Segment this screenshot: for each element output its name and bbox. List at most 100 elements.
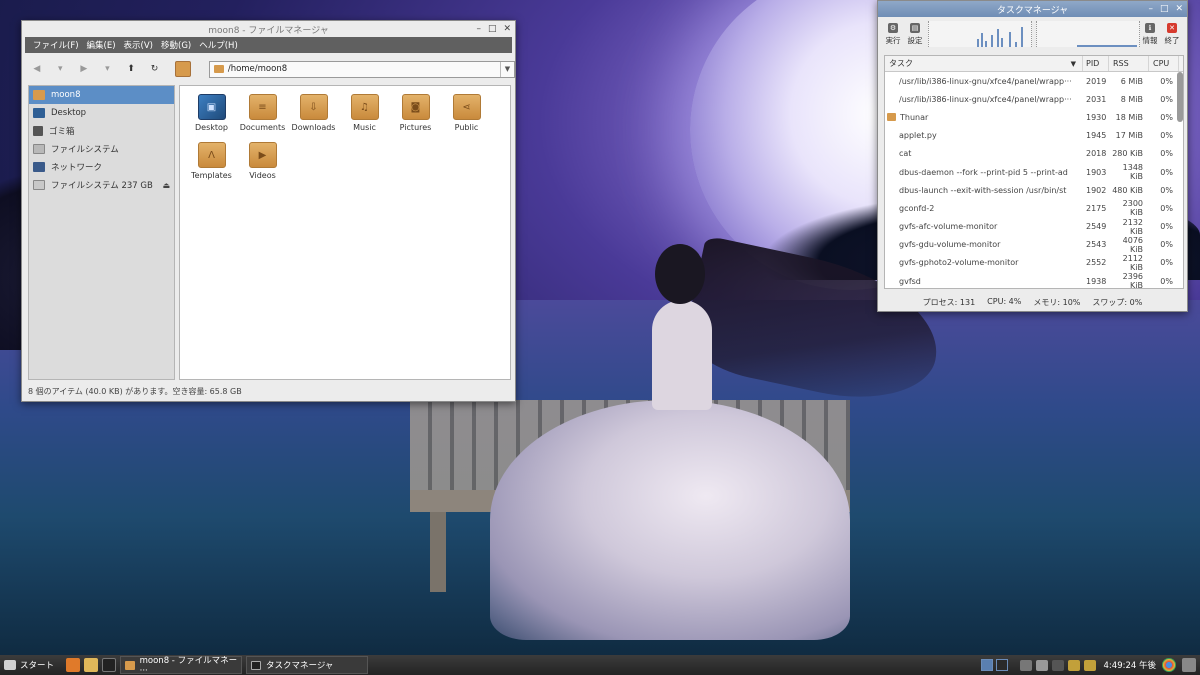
sidebar-item-label: ファイルシステム: [51, 145, 119, 155]
sidebar-item-home[interactable]: moon8: [29, 86, 174, 104]
menu-go[interactable]: 移動(G): [161, 39, 191, 51]
menu-file[interactable]: ファイル(F): [33, 39, 79, 51]
folder-icon: [887, 113, 896, 122]
workspace-1[interactable]: [980, 659, 993, 671]
clock[interactable]: 4:49:24 午後: [1104, 659, 1156, 671]
cpu-graph: [928, 21, 1032, 47]
menu-view[interactable]: 表示(V): [124, 39, 153, 51]
process-count: プロセス: 131: [922, 298, 976, 307]
firefox-icon[interactable]: [66, 658, 81, 672]
forward-dropdown-icon[interactable]: ▾: [101, 62, 115, 76]
home-icon[interactable]: [175, 61, 191, 77]
maximize-button[interactable]: □: [488, 24, 497, 34]
forward-icon[interactable]: ▶: [77, 62, 91, 76]
task-file-manager[interactable]: moon8 - ファイルマネー···: [120, 656, 243, 675]
file-item-public[interactable]: ⋖ Public: [441, 94, 492, 132]
file-item-downloads[interactable]: ⇩ Downloads: [288, 94, 339, 132]
terminal-icon[interactable]: [102, 658, 117, 672]
file-item-desktop[interactable]: ▣ Desktop: [186, 94, 237, 132]
up-arrow-icon[interactable]: ⬆: [124, 62, 138, 76]
memory-monitor-icon[interactable]: [1083, 659, 1096, 671]
sidebar-item-trash[interactable]: ゴミ箱: [29, 122, 174, 140]
menu-edit[interactable]: 編集(E): [87, 39, 116, 51]
title-bar[interactable]: タスクマネージャ – □ ✕: [878, 1, 1187, 17]
table-row[interactable]: applet.py 1945 17 MiB 0%: [885, 127, 1183, 145]
chrome-icon[interactable]: [1162, 658, 1176, 672]
cpu-cell: 0%: [1160, 112, 1173, 122]
back-icon[interactable]: ◀: [30, 62, 44, 76]
task-label: gvfs-gphoto2-volume-monitor: [899, 258, 1019, 268]
maximize-button[interactable]: □: [1160, 4, 1169, 14]
table-body: /usr/lib/i386-linux-gnu/xfce4/panel/wrap…: [885, 72, 1183, 288]
network-icon: [33, 162, 45, 172]
file-item-templates[interactable]: Λ Templates: [186, 142, 237, 180]
table-row[interactable]: gvfs-gphoto2-volume-monitor 2552 2112 KiB 0…: [885, 254, 1183, 272]
trash-icon: [33, 126, 43, 136]
table-row[interactable]: /usr/lib/i386-linux-gnu/xfce4/panel/wrap…: [885, 72, 1183, 90]
task-label: gconfd-2: [899, 203, 935, 213]
table-row[interactable]: gvfs-afc-volume-monitor 2549 2132 KiB 0%: [885, 218, 1183, 236]
task-task-manager[interactable]: タスクマネージャ: [246, 656, 369, 674]
header-pid[interactable]: PID: [1083, 56, 1109, 71]
eject-icon[interactable]: ⏏: [162, 181, 170, 190]
run-button[interactable]: ⚙ 実行: [882, 22, 904, 46]
start-button[interactable]: スタート: [0, 655, 62, 675]
user-icon[interactable]: [1182, 658, 1196, 672]
scrollbar[interactable]: [1177, 72, 1183, 122]
table-row[interactable]: gconfd-2 2175 2300 KiB 0%: [885, 199, 1183, 217]
minimize-button[interactable]: –: [1148, 4, 1153, 14]
file-label: Music: [353, 123, 376, 132]
volume-icon[interactable]: [1035, 659, 1048, 671]
header-rss[interactable]: RSS: [1109, 56, 1149, 71]
files-launcher-icon[interactable]: [84, 658, 99, 672]
network-tray-icon[interactable]: [1051, 659, 1064, 671]
file-label: Documents: [239, 123, 286, 132]
sidebar-item-desktop[interactable]: Desktop: [29, 104, 174, 122]
table-row[interactable]: dbus-daemon --fork --print-pid 5 --print…: [885, 163, 1183, 181]
file-label: Pictures: [399, 123, 432, 132]
cpu-usage: CPU: 4%: [987, 297, 1022, 306]
rss-cell: 17 MiB: [1115, 131, 1143, 141]
toolbar: ◀ ▾ ▶ ▾ ⬆ ↻ /home/moon8 ▼: [22, 57, 515, 81]
workspace-2[interactable]: [995, 659, 1008, 671]
keyboard-icon[interactable]: [1019, 659, 1032, 671]
title-bar[interactable]: moon8 - ファイルマネージャ – □ ✕: [22, 21, 515, 37]
pid-cell: 1903: [1086, 167, 1107, 177]
file-item-documents[interactable]: ≡ Documents: [237, 94, 288, 132]
file-item-pictures[interactable]: ◙ Pictures: [390, 94, 441, 132]
address-text: /home/moon8: [227, 64, 288, 74]
table-row[interactable]: dbus-launch --exit-with-session /usr/bin…: [885, 181, 1183, 199]
header-task[interactable]: タスク ▼: [885, 56, 1083, 71]
file-item-music[interactable]: ♫ Music: [339, 94, 390, 132]
back-dropdown-icon[interactable]: ▾: [54, 62, 68, 76]
reload-icon[interactable]: ↻: [148, 62, 162, 76]
file-item-videos[interactable]: ▶ Videos: [237, 142, 288, 180]
table-row[interactable]: /usr/lib/i386-linux-gnu/xfce4/panel/wrap…: [885, 90, 1183, 108]
quit-button[interactable]: ✕ 終了: [1161, 22, 1183, 46]
task-label: dbus-daemon --fork --print-pid 5 --print…: [899, 167, 1068, 177]
chevron-down-icon[interactable]: ▼: [499, 61, 514, 77]
close-button[interactable]: ✕: [503, 24, 511, 34]
menu-help[interactable]: ヘルプ(H): [199, 39, 238, 51]
status-bar: 8 個のアイテム (40.0 KB) があります。空き容量: 65.8 GB: [28, 387, 242, 396]
sidebar-item-filesystem[interactable]: ファイルシステム: [29, 140, 174, 158]
close-button[interactable]: ✕: [1175, 4, 1183, 14]
pid-cell: 2552: [1086, 258, 1107, 268]
file-label: Templates: [191, 171, 232, 180]
sidebar-item-drive[interactable]: ファイルシステム 237 GB ⏏: [29, 176, 174, 194]
window-title: moon8 - ファイルマネージャ: [208, 25, 329, 36]
task-label: Thunar: [900, 112, 929, 122]
table-row[interactable]: gvfsd 1938 2396 KiB 0%: [885, 272, 1183, 288]
address-bar[interactable]: /home/moon8 ▼: [208, 60, 515, 78]
header-cpu[interactable]: CPU: [1149, 56, 1179, 71]
sidebar-item-network[interactable]: ネットワーク: [29, 158, 174, 176]
table-row[interactable]: cat 2018 280 KiB 0%: [885, 145, 1183, 163]
cpu-monitor-icon[interactable]: [1067, 659, 1080, 671]
settings-button[interactable]: ▤ 設定: [904, 22, 926, 46]
info-button[interactable]: ℹ 情報: [1139, 22, 1161, 46]
quit-label: 終了: [1164, 35, 1180, 45]
table-row[interactable]: Thunar 1930 18 MiB 0%: [885, 108, 1183, 126]
minimize-button[interactable]: –: [476, 24, 481, 34]
file-label: Public: [454, 123, 479, 132]
table-row[interactable]: gvfs-gdu-volume-monitor 2543 4076 KiB 0%: [885, 236, 1183, 254]
